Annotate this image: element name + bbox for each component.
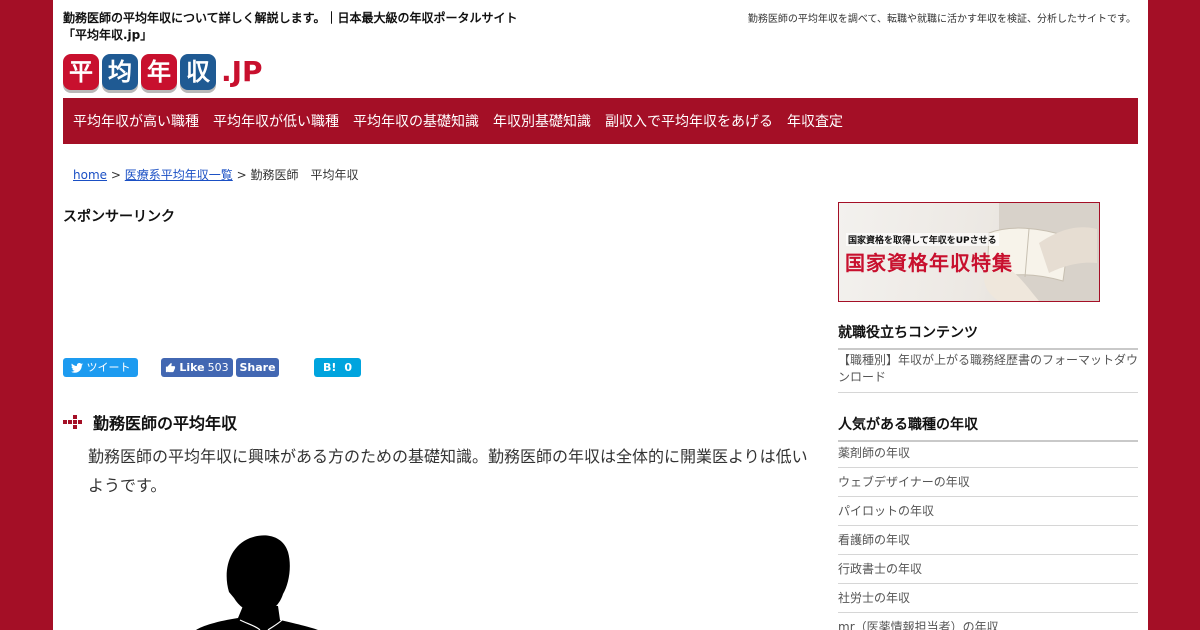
- sponsor-label: スポンサーリンク: [63, 209, 175, 225]
- hatena-bookmark-button[interactable]: B! 0: [314, 358, 361, 377]
- nav-item-low-salary[interactable]: 平均年収が低い職種: [213, 111, 339, 131]
- section-heading-text: 勤務医師の平均年収: [93, 414, 238, 433]
- tweet-label: ツイート: [86, 361, 131, 374]
- sidebar-link-pilot[interactable]: パイロットの年収: [838, 497, 1138, 526]
- hatena-icon: B!: [322, 361, 337, 374]
- logo-char: 平: [63, 54, 99, 90]
- sidebar-link-labor-consultant[interactable]: 社労士の年収: [838, 584, 1138, 613]
- heading-grid-icon: [63, 415, 84, 429]
- page-container: 勤務医師の平均年収について詳しく解説します。｜日本最大級の年収ポータルサイト「平…: [53, 0, 1148, 630]
- facebook-like-label: Like: [179, 361, 205, 374]
- site-description: 勤務医師の平均年収を調べて、転職や就職に活かす年収を検証、分析したサイトです。: [747, 14, 1136, 25]
- breadcrumb: home > 医療系平均年収一覧 > 勤務医師 平均年収: [73, 166, 359, 183]
- sidebar-link-nurse[interactable]: 看護師の年収: [838, 526, 1138, 555]
- nav-item-by-income[interactable]: 年収別基礎知識: [493, 111, 591, 131]
- site-title: 勤務医師の平均年収について詳しく解説します。｜日本最大級の年収ポータルサイト「平…: [63, 11, 518, 42]
- breadcrumb-category-link[interactable]: 医療系平均年収一覧: [125, 168, 233, 182]
- breadcrumb-current: 勤務医師 平均年収: [250, 168, 359, 182]
- banner-title: 国家資格年収特集: [845, 251, 1013, 275]
- nav-item-basics[interactable]: 平均年収の基礎知識: [353, 111, 479, 131]
- logo-suffix: .JP: [221, 55, 263, 88]
- facebook-share-button[interactable]: Share: [236, 358, 279, 377]
- facebook-like-button[interactable]: Like 503: [161, 358, 233, 377]
- sidebar-link-administrative-scrivener[interactable]: 行政書士の年収: [838, 555, 1138, 584]
- sidebar-link-web-designer[interactable]: ウェブデザイナーの年収: [838, 468, 1138, 497]
- nav-item-assessment[interactable]: 年収査定: [787, 111, 843, 131]
- hatena-count: 0: [344, 361, 353, 374]
- sidebar-heading-popular: 人気がある職種の年収: [838, 414, 1138, 442]
- intro-paragraph: 勤務医師の平均年収に興味がある方のための基礎知識。勤務医師の年収は全体的に開業医…: [88, 447, 808, 495]
- sidebar-link-pharmacist[interactable]: 薬剤師の年収: [838, 439, 1138, 468]
- section-heading: 勤務医師の平均年収: [63, 410, 237, 434]
- thumbs-up-icon: [166, 362, 176, 373]
- doctor-silhouette-icon: [196, 535, 318, 630]
- sidebar-link-mr[interactable]: mr（医薬情報担当者）の年収: [838, 613, 1138, 630]
- logo-char: 均: [102, 54, 138, 90]
- breadcrumb-separator: >: [236, 168, 247, 182]
- breadcrumb-separator: >: [110, 168, 121, 182]
- qualification-banner[interactable]: 国家資格を取得して年収をUPさせる 国家資格年収特集: [838, 202, 1100, 302]
- sidebar-heading-useful: 就職役立ちコンテンツ: [838, 322, 1138, 350]
- logo-char: 収: [180, 54, 216, 90]
- nav-item-high-salary[interactable]: 平均年収が高い職種: [73, 111, 199, 131]
- site-logo[interactable]: 平 均 年 収 .JP: [63, 46, 263, 90]
- nav-item-side-income[interactable]: 副収入で平均年収をあげる: [605, 111, 773, 131]
- sidebar-popular-list: 薬剤師の年収 ウェブデザイナーの年収 パイロットの年収 看護師の年収 行政書士の…: [838, 439, 1138, 630]
- sidebar-useful-list: 【職種別】年収が上がる職務経歴書のフォーマットダウンロード: [838, 347, 1138, 393]
- banner-subtitle: 国家資格を取得して年収をUPさせる: [846, 233, 999, 246]
- logo-char: 年: [141, 54, 177, 90]
- twitter-bird-icon: [70, 362, 83, 373]
- breadcrumb-home-link[interactable]: home: [73, 168, 107, 182]
- sidebar-link-resume-download[interactable]: 【職種別】年収が上がる職務経歴書のフォーマットダウンロード: [838, 347, 1138, 393]
- tweet-button[interactable]: ツイート: [63, 358, 138, 377]
- facebook-like-count: 503: [207, 361, 229, 374]
- main-nav: 平均年収が高い職種 平均年収が低い職種 平均年収の基礎知識 年収別基礎知識 副収…: [63, 98, 1138, 144]
